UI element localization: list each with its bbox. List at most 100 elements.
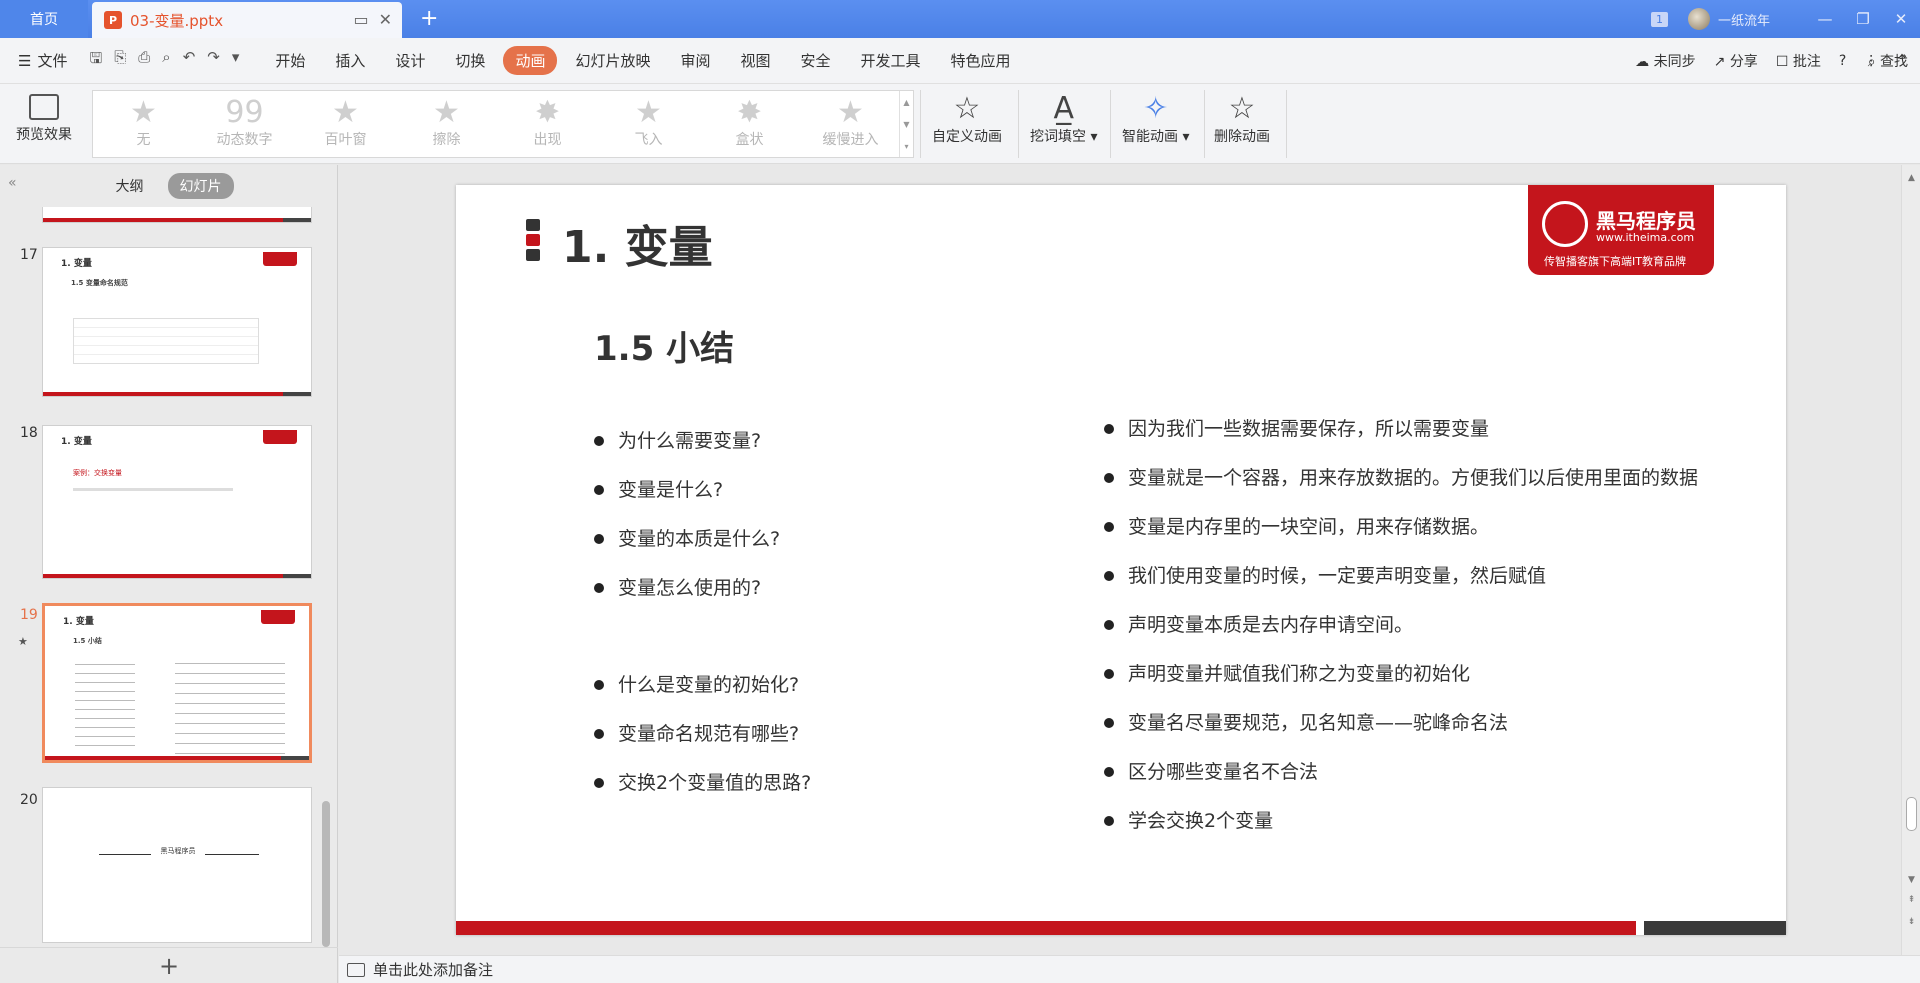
cloze-button[interactable]: A̲ 挖词填空 ▾ — [1030, 92, 1097, 146]
format-painter-icon[interactable]: ⎘ — [114, 48, 126, 73]
effect-star-icon: 99 — [225, 95, 264, 130]
more-icon[interactable]: ⋮ — [1864, 53, 1878, 69]
menu-tab-6[interactable]: 审阅 — [668, 46, 722, 75]
notes-icon — [347, 962, 365, 977]
delete-animation-button[interactable]: ☆ 删除动画 — [1214, 92, 1270, 146]
current-slide[interactable]: 1. 变量 黑马程序员 www.itheima.com 传智播客旗下高端IT教育… — [456, 185, 1786, 935]
list-item: 区分哪些变量名不合法 — [1104, 758, 1698, 807]
animation-effect-6[interactable]: ✸ 盒状 — [699, 91, 800, 157]
animation-star-icon: ★ — [18, 635, 28, 648]
separator — [1018, 90, 1019, 158]
thumb-logo — [263, 430, 297, 444]
thumb-left-list — [75, 656, 135, 746]
undo-icon[interactable]: ↶ — [183, 48, 196, 73]
tab-home[interactable]: 首页 — [0, 0, 88, 38]
close-tab-icon[interactable]: ✕ — [379, 10, 392, 29]
effect-label: 盒状 — [735, 132, 764, 148]
add-slide-button[interactable]: + — [0, 947, 338, 983]
tab-document[interactable]: P 03-变量.pptx ▭ ✕ — [92, 2, 402, 38]
menu-tab-5[interactable]: 幻灯片放映 — [563, 46, 662, 75]
next-slide-icon[interactable]: ⇟ — [1902, 917, 1920, 927]
maximize-button[interactable]: ❐ — [1844, 10, 1882, 28]
list-item: 什么是变量的初始化? — [594, 671, 811, 720]
tab-outline[interactable]: 大纲 — [104, 173, 156, 199]
scroll-down-icon[interactable]: ▼ — [1902, 875, 1920, 885]
tab-slides[interactable]: 幻灯片 — [167, 173, 234, 199]
page-count-badge: 1 — [1650, 11, 1668, 27]
close-button[interactable]: ✕ — [1882, 10, 1920, 28]
document-name: 03-变量.pptx — [130, 11, 224, 30]
menu-tab-4[interactable]: 动画 — [503, 46, 558, 75]
slide-thumbnail-17[interactable]: 1. 变量 1.5 变量命名规范 — [42, 247, 312, 397]
user-name[interactable]: 一纸流年 — [1718, 10, 1770, 29]
menu-tab-7[interactable]: 视图 — [728, 46, 782, 75]
slide-panel: « 大纲 幻灯片 17 1. 变量 1.5 变量命名规范 18 1. 变量 案例… — [0, 165, 338, 983]
notes-placeholder[interactable]: 单击此处添加备注 — [373, 959, 493, 980]
scroll-up-icon[interactable]: ▲ — [1902, 173, 1920, 183]
thumb-red-bar — [43, 392, 283, 396]
animation-effect-2[interactable]: ★ 百叶窗 — [295, 91, 396, 157]
print-preview-icon[interactable]: ⌕ — [162, 48, 170, 73]
separator — [1204, 90, 1205, 158]
menu-tab-10[interactable]: 特色应用 — [939, 46, 1023, 75]
slide-thumbnail-18[interactable]: 1. 变量 案例：交换变量 — [42, 425, 312, 579]
menu-tab-3[interactable]: 切换 — [443, 46, 497, 75]
thumb-dark-bar — [283, 218, 311, 222]
animation-effect-3[interactable]: ★ 擦除 — [396, 91, 497, 157]
minimize-button[interactable]: — — [1806, 10, 1844, 28]
animation-effect-5[interactable]: ★ 飞入 — [598, 91, 699, 157]
menu-tab-0[interactable]: 开始 — [263, 46, 317, 75]
screen-icon[interactable]: ▭ — [353, 10, 368, 29]
comment-button[interactable]: ☐ 批注 — [1776, 51, 1821, 71]
effect-label: 飞入 — [634, 132, 663, 148]
slide-thumbnail-20[interactable]: 黑马程序员 — [42, 787, 312, 943]
slide-number: 20 — [20, 792, 38, 808]
share-button[interactable]: ↗ 分享 — [1714, 51, 1758, 71]
animation-effect-4[interactable]: ✸ 出现 — [497, 91, 598, 157]
avatar[interactable] — [1687, 8, 1710, 30]
question-list-a: 为什么需要变量? 变量是什么? 变量的本质是什么? 变量怎么使用的? — [594, 427, 780, 623]
file-menu[interactable]: ☰ 文件 — [18, 50, 67, 71]
thumb-red-bar — [43, 218, 283, 222]
redo-icon[interactable]: ↷ — [207, 48, 220, 73]
thumb-red-bar — [43, 574, 283, 578]
animation-effect-1[interactable]: 99 动态数字 — [194, 91, 295, 157]
effect-label: 擦除 — [432, 132, 461, 148]
slide-subtitle: 1.5 小结 — [594, 329, 735, 369]
print-icon[interactable]: ⎙ — [138, 48, 150, 73]
thumb-title: 1. 变量 — [61, 259, 92, 269]
collapse-panel-icon[interactable]: « — [8, 175, 17, 191]
help-icon[interactable]: ? — [1839, 53, 1846, 69]
list-item: 变量是内存里的一块空间，用来存储数据。 — [1104, 513, 1698, 562]
sync-button[interactable]: ☁ 未同步 — [1635, 51, 1695, 71]
canvas-scrollbar[interactable]: ▲ ▼ ⇞ ⇟ — [1901, 165, 1920, 955]
scroll-thumb[interactable] — [1906, 797, 1917, 831]
list-item: 变量命名规范有哪些? — [594, 720, 811, 769]
effect-star-icon: ★ — [130, 95, 157, 130]
thumb-red-bar — [45, 756, 285, 760]
notes-bar[interactable]: 单击此处添加备注 — [339, 955, 1920, 983]
preview-effect-button[interactable]: 预览效果 — [8, 94, 80, 144]
custom-animation-button[interactable]: ☆ 自定义动画 — [932, 92, 1002, 146]
menu-tab-1[interactable]: 插入 — [323, 46, 377, 75]
preview-icon — [29, 94, 59, 120]
effect-star-icon: ★ — [837, 95, 864, 130]
slide-thumbnail-16[interactable] — [42, 207, 312, 223]
slide-thumbnail-19[interactable]: 1. 变量 1.5 小结 — [42, 603, 312, 763]
smart-animation-button[interactable]: ✧ 智能动画 ▾ — [1122, 92, 1189, 146]
collapse-ribbon-icon[interactable]: ^ — [1896, 53, 1908, 69]
menu-tab-8[interactable]: 安全 — [789, 46, 843, 75]
prev-slide-icon[interactable]: ⇞ — [1902, 895, 1920, 905]
slide-canvas: 1. 变量 黑马程序员 www.itheima.com 传智播客旗下高端IT教育… — [339, 165, 1901, 955]
animation-effect-0[interactable]: ★ 无 — [93, 91, 194, 157]
gallery-scrollbar[interactable]: ▲ ▼ ▾ — [899, 91, 913, 157]
menu-tab-2[interactable]: 设计 — [383, 46, 437, 75]
panel-scrollbar[interactable] — [322, 801, 330, 947]
animation-effect-7[interactable]: ★ 缓慢进入 — [800, 91, 901, 157]
menu-tab-9[interactable]: 开发工具 — [849, 46, 933, 75]
customize-icon[interactable]: ▾ — [232, 48, 240, 73]
effect-star-icon: ✸ — [736, 95, 763, 130]
custom-animation-label: 自定义动画 — [932, 129, 1002, 145]
save-icon[interactable]: 🖫 — [89, 48, 102, 73]
new-tab-button[interactable]: + — [420, 6, 438, 31]
